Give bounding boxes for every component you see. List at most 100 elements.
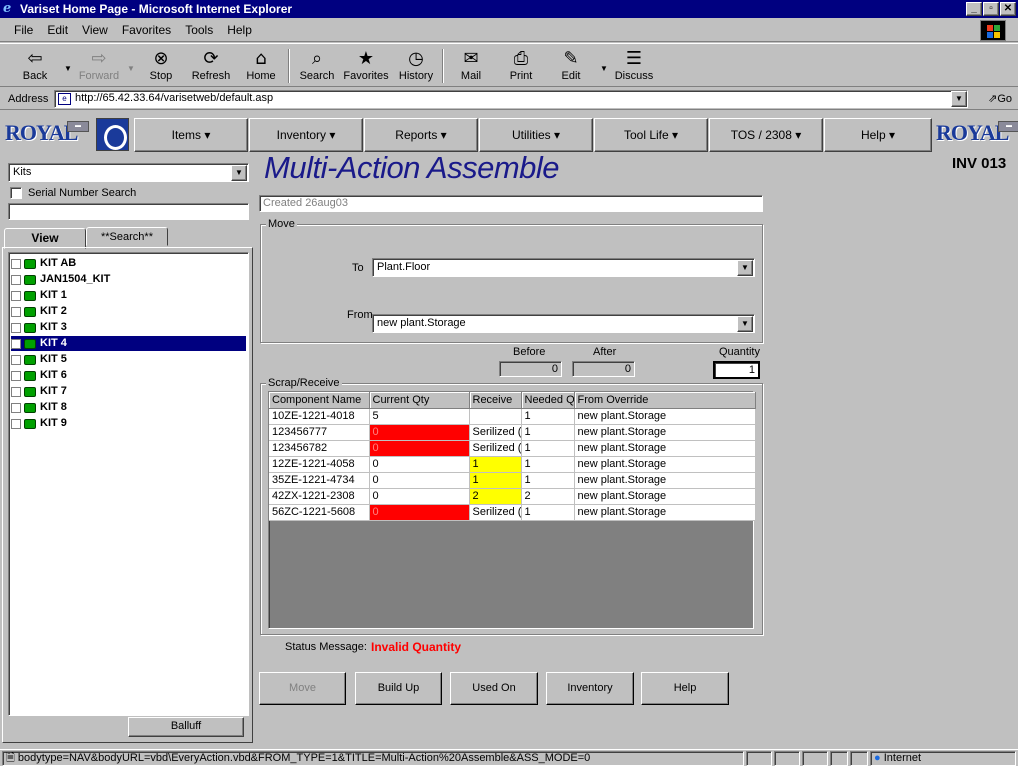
cell-current-qty[interactable]: 0 xyxy=(369,472,470,489)
minimize-button[interactable]: _ xyxy=(966,2,982,16)
nav-reports[interactable]: Reports ▾ xyxy=(364,118,478,152)
cell-receive[interactable]: 1 xyxy=(469,456,522,473)
address-dropdown-icon[interactable]: ▼ xyxy=(951,91,967,107)
tree-checkbox[interactable] xyxy=(11,258,21,269)
nav-inventory[interactable]: Inventory ▾ xyxy=(249,118,363,152)
tree-checkbox[interactable] xyxy=(11,354,21,365)
back-dropdown-icon[interactable]: ▼ xyxy=(64,64,72,73)
table-row[interactable]: 12ZE-1221-4058 0 1 1 new plant.Storage xyxy=(269,456,756,473)
tree-item-kit-8[interactable]: KIT 8 xyxy=(11,400,246,415)
cell-from-override[interactable]: new plant.Storage xyxy=(574,504,756,521)
tree-checkbox[interactable] xyxy=(11,402,21,413)
tree-checkbox[interactable] xyxy=(11,418,21,429)
move-button[interactable]: Move xyxy=(259,672,346,705)
cell-needed-qty[interactable]: 1 xyxy=(521,504,575,521)
menu-file[interactable]: File xyxy=(14,23,33,37)
tree-checkbox[interactable] xyxy=(11,322,21,333)
nav-tos-2308[interactable]: TOS / 2308 ▾ xyxy=(709,118,823,152)
menu-view[interactable]: View xyxy=(82,23,108,37)
favorites-button[interactable]: ★ Favorites xyxy=(341,48,391,82)
tree-item-kit-9[interactable]: KIT 9 xyxy=(11,416,246,431)
tree-checkbox[interactable] xyxy=(11,274,21,285)
nav-help[interactable]: Help ▾ xyxy=(824,118,932,152)
col-needed-qty[interactable]: Needed Q xyxy=(521,392,575,409)
col-component-name[interactable]: Component Name xyxy=(269,392,370,409)
build-up-button[interactable]: Build Up xyxy=(355,672,442,705)
to-location-select[interactable]: Plant.Floor ▼ xyxy=(372,258,755,277)
serial-search-input[interactable] xyxy=(8,203,249,220)
maximize-button[interactable]: ▫ xyxy=(983,2,999,16)
nav-items[interactable]: Items ▾ xyxy=(134,118,248,152)
tree-item-kit-6[interactable]: KIT 6 xyxy=(11,368,246,383)
forward-button[interactable]: ⇨ Forward xyxy=(74,48,124,82)
col-from-override[interactable]: From Override xyxy=(574,392,756,409)
cell-current-qty[interactable]: 5 xyxy=(369,408,470,425)
table-row[interactable]: 10ZE-1221-4018 5 1 new plant.Storage xyxy=(269,408,756,425)
tree-checkbox[interactable] xyxy=(11,338,21,349)
table-row[interactable]: 1234567770Serilized (s1new plant.Storage xyxy=(269,424,756,441)
cell-component-name[interactable]: 12ZE-1221-4058 xyxy=(269,456,370,473)
discuss-button[interactable]: ☰ Discuss xyxy=(609,48,659,82)
go-button[interactable]: ⇗Go xyxy=(988,92,1012,105)
cell-needed-qty[interactable]: 1 xyxy=(521,456,575,473)
cell-needed-qty[interactable]: 1 xyxy=(521,472,575,489)
menu-help[interactable]: Help xyxy=(227,23,252,37)
cell-receive[interactable] xyxy=(469,408,522,425)
table-row[interactable]: 42ZX-1221-2308 0 2 2 new plant.Storage xyxy=(269,488,756,505)
cell-needed-qty[interactable]: 1 xyxy=(521,424,575,441)
refresh-button[interactable]: ⟳ Refresh xyxy=(186,48,236,82)
cell-receive[interactable]: Serilized (s xyxy=(469,424,522,441)
cell-current-qty[interactable]: 0 xyxy=(369,456,470,473)
col-receive[interactable]: Receive xyxy=(469,392,522,409)
tab-search[interactable]: **Search** xyxy=(86,227,168,246)
from-dropdown-icon[interactable]: ▼ xyxy=(737,316,753,332)
cell-receive[interactable]: Serilized (s xyxy=(469,440,522,457)
tree-item-kit-4[interactable]: KIT 4 xyxy=(11,336,246,351)
nav-tool-life[interactable]: Tool Life ▾ xyxy=(594,118,708,152)
table-row[interactable]: 1234567820Serilized (s1new plant.Storage xyxy=(269,440,756,457)
edit-button[interactable]: ✎ Edit xyxy=(546,48,596,82)
address-input[interactable]: e http://65.42.33.64/varisetweb/default.… xyxy=(54,90,968,108)
from-location-select[interactable]: new plant.Storage ▼ xyxy=(372,314,755,333)
search-button[interactable]: ⌕ Search xyxy=(292,48,342,82)
back-button[interactable]: ⇦ Back xyxy=(10,48,60,82)
stop-button[interactable]: ⊗ Stop xyxy=(136,48,186,82)
tree-item-kit-2[interactable]: KIT 2 xyxy=(11,304,246,319)
cell-component-name[interactable]: 42ZX-1221-2308 xyxy=(269,488,370,505)
cell-from-override[interactable]: new plant.Storage xyxy=(574,456,756,473)
tree-checkbox[interactable] xyxy=(11,370,21,381)
cell-current-qty[interactable]: 0 xyxy=(369,440,470,457)
help-button[interactable]: Help xyxy=(641,672,729,705)
tree-item-kit-1[interactable]: KIT 1 xyxy=(11,288,246,303)
table-row[interactable]: 35ZE-1221-4734 0 1 1 new plant.Storage xyxy=(269,472,756,489)
cell-receive[interactable]: 1 xyxy=(469,472,522,489)
cell-component-name[interactable]: 56ZC-1221-5608 xyxy=(269,504,370,521)
tree-item-kit-3[interactable]: KIT 3 xyxy=(11,320,246,335)
cell-component-name[interactable]: 35ZE-1221-4734 xyxy=(269,472,370,489)
close-button[interactable]: ✕ xyxy=(1000,2,1016,16)
cell-current-qty[interactable]: 0 xyxy=(369,504,470,521)
tree-item-kit-5[interactable]: KIT 5 xyxy=(11,352,246,367)
menu-edit[interactable]: Edit xyxy=(47,23,68,37)
col-current-qty[interactable]: Current Qty xyxy=(369,392,470,409)
menu-favorites[interactable]: Favorites xyxy=(122,23,171,37)
cell-receive[interactable]: Serilized (s xyxy=(469,504,522,521)
cell-component-name[interactable]: 10ZE-1221-4018 xyxy=(269,408,370,425)
inventory-button[interactable]: Inventory xyxy=(546,672,634,705)
cell-needed-qty[interactable]: 1 xyxy=(521,440,575,457)
cell-from-override[interactable]: new plant.Storage xyxy=(574,408,756,425)
tree-item-kit-ab[interactable]: KIT AB xyxy=(11,256,246,271)
cell-receive[interactable]: 2 xyxy=(469,488,522,505)
cell-from-override[interactable]: new plant.Storage xyxy=(574,440,756,457)
cell-component-name[interactable]: 123456777 xyxy=(269,424,370,441)
serial-search-checkbox[interactable] xyxy=(10,187,22,199)
kit-select-dropdown-icon[interactable]: ▼ xyxy=(231,165,247,181)
cell-current-qty[interactable]: 0 xyxy=(369,488,470,505)
cell-needed-qty[interactable]: 2 xyxy=(521,488,575,505)
tree-item-kit-7[interactable]: KIT 7 xyxy=(11,384,246,399)
cell-from-override[interactable]: new plant.Storage xyxy=(574,472,756,489)
menu-tools[interactable]: Tools xyxy=(185,23,213,37)
cell-from-override[interactable]: new plant.Storage xyxy=(574,488,756,505)
tree-checkbox[interactable] xyxy=(11,290,21,301)
cell-from-override[interactable]: new plant.Storage xyxy=(574,424,756,441)
